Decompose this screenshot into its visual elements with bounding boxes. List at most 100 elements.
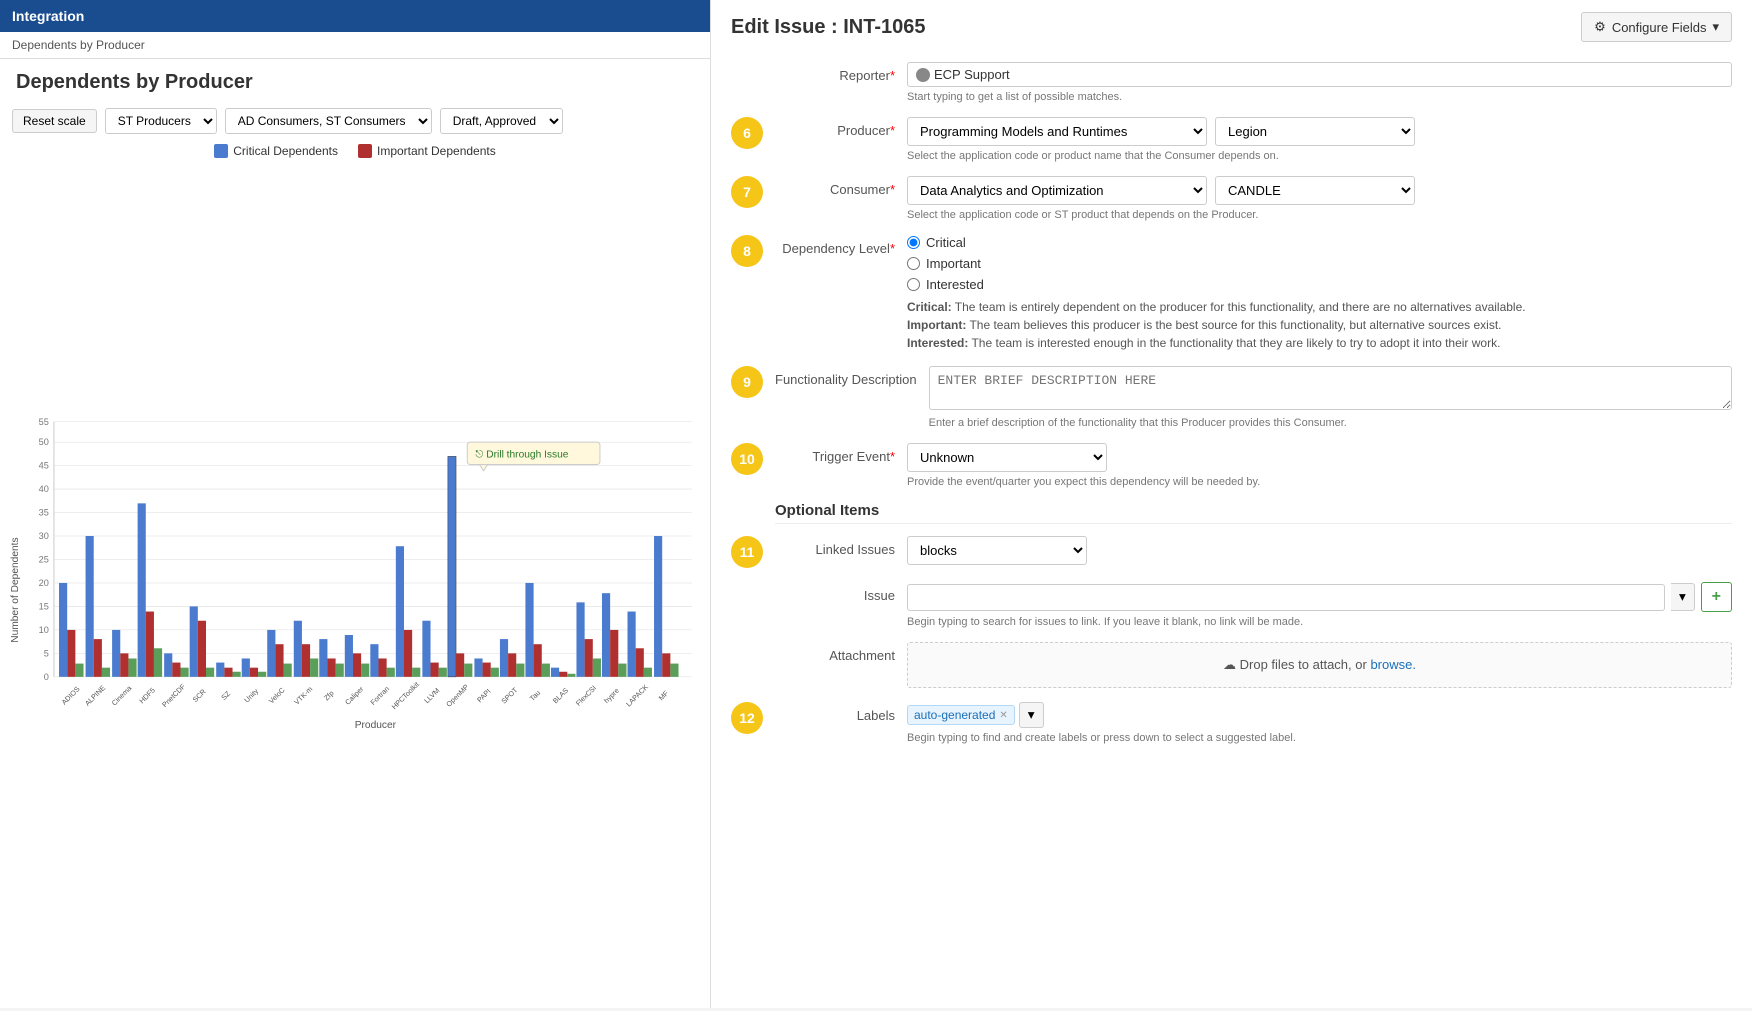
svg-text:40: 40 xyxy=(39,484,49,494)
consumer-row: 7 Consumer* Data Analytics and Optimizat… xyxy=(731,176,1732,221)
dependency-radio-group: Critical Important Interested xyxy=(907,235,1732,292)
producer-row: 6 Producer* Programming Models and Runti… xyxy=(731,117,1732,162)
dep-interested-radio[interactable] xyxy=(907,278,920,291)
dep-interested-option[interactable]: Interested xyxy=(907,277,1732,292)
producer-selects: Programming Models and Runtimes Legion xyxy=(907,117,1732,146)
svg-text:25: 25 xyxy=(39,555,49,565)
producer-select2[interactable]: Legion xyxy=(1215,117,1415,146)
issue-input[interactable] xyxy=(907,584,1665,611)
svg-text:Zfp: Zfp xyxy=(323,689,336,702)
svg-text:50: 50 xyxy=(39,437,49,447)
svg-text:45: 45 xyxy=(39,461,49,471)
linked-issues-row: 11 Linked Issues blocks xyxy=(731,536,1732,568)
dep-critical-option[interactable]: Critical xyxy=(907,235,1732,250)
issue-field-content: ▾ + Begin typing to search for issues to… xyxy=(907,582,1732,628)
dep-important-option[interactable]: Important xyxy=(907,256,1732,271)
attachment-dropzone[interactable]: ☁ Drop files to attach, or browse. xyxy=(907,642,1732,688)
configure-fields-button[interactable]: ⚙ Configure Fields ▾ xyxy=(1581,12,1732,42)
trigger-event-label: Trigger Event* xyxy=(775,443,895,464)
producers-filter[interactable]: ST Producers xyxy=(105,108,217,134)
step-7-badge: 7 xyxy=(731,176,763,208)
svg-text:VTK-m: VTK-m xyxy=(293,685,314,706)
status-filter[interactable]: Draft, Approved xyxy=(440,108,563,134)
svg-text:SZ: SZ xyxy=(220,689,233,702)
producer-field-content: Programming Models and Runtimes Legion S… xyxy=(907,117,1732,162)
configure-fields-label: Configure Fields xyxy=(1612,20,1707,35)
attachment-content: ☁ Drop files to attach, or browse. xyxy=(907,642,1732,688)
svg-text:⎋ Drill through Issue: ⎋ Drill through Issue xyxy=(475,449,568,460)
reporter-value: ECP Support xyxy=(934,67,1010,82)
functionality-hint: Enter a brief description of the functio… xyxy=(929,417,1732,429)
svg-text:BLAS: BLAS xyxy=(551,686,570,705)
svg-text:OpenMP: OpenMP xyxy=(445,683,471,709)
svg-text:hypre: hypre xyxy=(603,687,621,705)
attachment-text: Drop files to attach, or xyxy=(1240,657,1367,672)
reset-scale-button[interactable]: Reset scale xyxy=(12,109,97,133)
step-10-badge: 10 xyxy=(731,443,763,475)
right-panel: Edit Issue : INT-1065 ⚙ Configure Fields… xyxy=(710,0,1752,1008)
consumer-hint: Select the application code or ST produc… xyxy=(907,209,1732,221)
svg-text:MF: MF xyxy=(657,689,670,702)
linked-issues-label: Linked Issues xyxy=(775,536,895,557)
issue-add-button[interactable]: + xyxy=(1701,582,1732,612)
reporter-input-wrapper[interactable]: ECP Support xyxy=(907,62,1732,87)
svg-text:Producer: Producer xyxy=(355,720,397,731)
svg-text:SCR: SCR xyxy=(191,688,207,704)
trigger-select[interactable]: Unknown xyxy=(907,443,1107,472)
issue-row: Issue ▾ + Begin typing to search for iss… xyxy=(731,582,1732,628)
svg-text:FlexCSI: FlexCSI xyxy=(574,684,598,708)
svg-text:SPOT: SPOT xyxy=(500,686,520,706)
consumer-select1[interactable]: Data Analytics and Optimization xyxy=(907,176,1207,205)
attachment-label: Attachment xyxy=(775,642,895,663)
labels-dropdown-button[interactable]: ▾ xyxy=(1019,702,1044,728)
linked-issues-content: blocks xyxy=(907,536,1732,565)
dep-critical-radio[interactable] xyxy=(907,236,920,249)
important-color-box xyxy=(358,144,372,158)
issue-dropdown-button[interactable]: ▾ xyxy=(1671,583,1695,611)
optional-items-header: Optional Items xyxy=(775,502,1732,524)
svg-text:30: 30 xyxy=(39,531,49,541)
functionality-field-content: Enter a brief description of the functio… xyxy=(929,366,1732,429)
dep-descriptions: Critical: The team is entirely dependent… xyxy=(907,298,1732,352)
label-tag-text: auto-generated xyxy=(914,708,995,722)
step-11-badge: 11 xyxy=(731,536,763,568)
producer-hint: Select the application code or product n… xyxy=(907,150,1732,162)
svg-text:ALPINE: ALPINE xyxy=(84,684,108,708)
gear-icon: ⚙ xyxy=(1594,19,1606,35)
step-9-badge: 9 xyxy=(731,366,763,398)
consumer-select2[interactable]: CANDLE xyxy=(1215,176,1415,205)
labels-hint: Begin typing to find and create labels o… xyxy=(907,732,1732,744)
svg-text:Cinema: Cinema xyxy=(110,684,133,707)
dependency-level-label: Dependency Level* xyxy=(775,235,895,256)
reporter-avatar xyxy=(916,68,930,82)
svg-text:Number of Dependents: Number of Dependents xyxy=(10,537,21,642)
consumers-filter[interactable]: AD Consumers, ST Consumers xyxy=(225,108,432,134)
svg-text:ADIOS: ADIOS xyxy=(60,685,82,707)
integration-title: Integration xyxy=(12,8,84,24)
svg-text:Tau: Tau xyxy=(528,689,542,703)
issue-hint: Begin typing to search for issues to lin… xyxy=(907,616,1732,628)
linked-issues-type-select[interactable]: blocks xyxy=(907,536,1087,565)
cloud-upload-icon: ☁ xyxy=(1223,657,1240,672)
issue-label: Issue xyxy=(775,582,895,603)
consumer-label: Consumer* xyxy=(775,176,895,197)
trigger-hint: Provide the event/quarter you expect thi… xyxy=(907,476,1732,488)
svg-text:HPCToolkit: HPCToolkit xyxy=(390,681,421,712)
functionality-textarea[interactable] xyxy=(929,366,1732,410)
dependency-level-row: 8 Dependency Level* Critical Important I… xyxy=(731,235,1732,352)
labels-row: 12 Labels auto-generated ✕ ▾ Begin typin… xyxy=(731,702,1732,744)
labels-input-row: auto-generated ✕ ▾ xyxy=(907,702,1732,728)
critical-color-box xyxy=(214,144,228,158)
svg-text:PAPI: PAPI xyxy=(476,687,493,704)
dep-important-radio[interactable] xyxy=(907,257,920,270)
chart-panel: Integration Dependents by Producer Depen… xyxy=(0,0,710,1008)
step-8-badge: 8 xyxy=(731,235,763,267)
label-tag-remove[interactable]: ✕ xyxy=(999,710,1007,721)
attachment-browse-link[interactable]: browse. xyxy=(1370,657,1416,672)
svg-text:15: 15 xyxy=(39,601,49,611)
integration-header: Integration xyxy=(0,0,710,32)
svg-text:VeloC: VeloC xyxy=(267,686,286,705)
producer-select1[interactable]: Programming Models and Runtimes xyxy=(907,117,1207,146)
svg-text:20: 20 xyxy=(39,578,49,588)
bar-chart-svg: Number of Dependents 0 5 10 15 20 25 xyxy=(8,162,702,1008)
